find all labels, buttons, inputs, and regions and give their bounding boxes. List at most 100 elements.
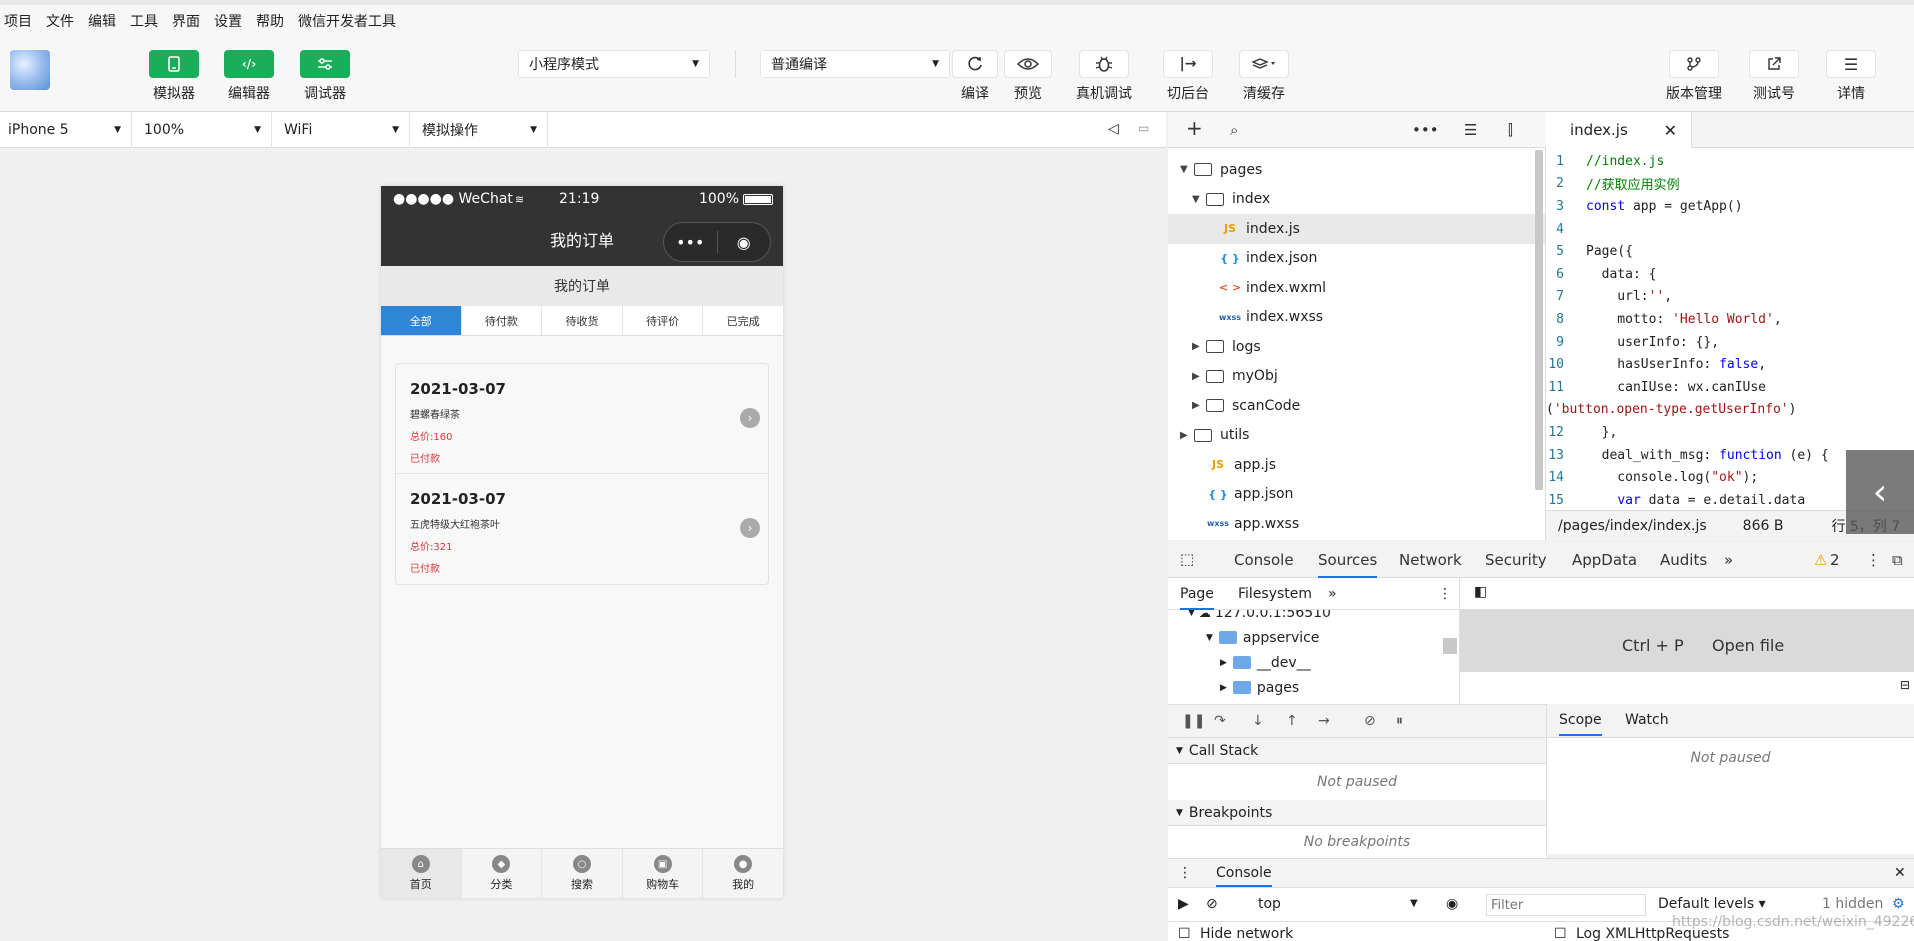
close-icon[interactable]: ✕ — [1894, 865, 1906, 881]
context-select[interactable]: top — [1258, 896, 1281, 912]
tab-audits[interactable]: Audits — [1660, 551, 1707, 569]
network-select[interactable]: WiFi ▼ — [272, 112, 410, 148]
step-over-icon[interactable]: ↷ — [1214, 713, 1226, 729]
tab-security[interactable]: Security — [1485, 551, 1547, 569]
real-debug-button[interactable]: 真机调试 — [1076, 50, 1132, 103]
editor-button[interactable]: ‹/› 编辑器 — [224, 50, 274, 103]
add-icon[interactable]: + — [1186, 116, 1203, 140]
menu-file[interactable]: 文件 — [46, 11, 74, 31]
background-button[interactable]: |→ 切后台 — [1163, 50, 1213, 103]
step-into-icon[interactable]: ↓ — [1252, 713, 1264, 729]
tree-row[interactable]: ▶ myObj — [1168, 362, 1545, 392]
tree-row[interactable]: ▶ scanCode — [1168, 391, 1545, 421]
call-stack-header[interactable]: ▼ Call Stack — [1168, 738, 1546, 764]
menu-edit[interactable]: 编辑 — [88, 11, 116, 31]
undock-icon[interactable]: ⧉ — [1892, 551, 1903, 569]
tab-watch[interactable]: Watch — [1625, 712, 1669, 728]
sidebar-toggle-icon[interactable]: ▶ — [1178, 896, 1189, 912]
tree-row[interactable]: ▼ appservice — [1168, 625, 1459, 650]
more-dots-icon[interactable]: ••• — [664, 233, 717, 252]
action-select[interactable]: 模拟操作 ▼ — [410, 112, 548, 148]
more-icon[interactable]: ••• — [1412, 121, 1439, 139]
eye-icon[interactable]: ◉ — [1446, 896, 1458, 912]
tabbar-category[interactable]: ◆ 分类 — [462, 849, 543, 898]
menu-view[interactable]: 界面 — [172, 11, 200, 31]
test-id-button[interactable]: 测试号 — [1749, 50, 1799, 103]
tree-row[interactable]: ▼ pages — [1168, 155, 1545, 185]
version-button[interactable]: 版本管理 — [1666, 50, 1722, 103]
tree-row[interactable]: { } index.json — [1168, 244, 1545, 274]
kebab-menu-icon[interactable]: ⋮ — [1866, 551, 1881, 569]
tree-row[interactable]: ▶ logs — [1168, 332, 1545, 362]
tree-row[interactable]: wxss app.wxss — [1168, 509, 1545, 539]
log-levels-select[interactable]: Default levels ▾ — [1658, 896, 1766, 912]
tab-completed[interactable]: 已完成 — [703, 306, 783, 335]
tree-row[interactable]: ▶ __dev__ — [1168, 650, 1459, 675]
tabbar-cart[interactable]: ▣ 购物车 — [623, 849, 704, 898]
compile-select[interactable]: 普通编译 ▼ — [760, 50, 950, 78]
tree-row[interactable]: JS index.js — [1168, 214, 1545, 244]
tab-appdata[interactable]: AppData — [1572, 551, 1637, 569]
device-select[interactable]: iPhone 5 ▼ — [0, 112, 132, 148]
tree-row[interactable]: ▼ index — [1168, 185, 1545, 215]
tab-network[interactable]: Network — [1399, 551, 1462, 569]
menu-settings[interactable]: 设置 — [214, 11, 242, 31]
menu-tools[interactable]: 工具 — [130, 11, 158, 31]
pause-exceptions-icon[interactable]: ⏸ — [1396, 713, 1403, 729]
more-subtabs-icon[interactable]: » — [1328, 586, 1337, 602]
collapse-drawer-icon[interactable]: ⊟ — [1900, 678, 1910, 692]
close-icon[interactable]: ✕ — [1664, 121, 1677, 140]
speaker-icon[interactable]: ◁ — [1108, 121, 1119, 137]
deactivate-breakpoints-icon[interactable]: ⊘ — [1364, 713, 1376, 729]
close-target-icon[interactable]: ◉ — [718, 233, 771, 252]
step-out-icon[interactable]: ↑ — [1286, 713, 1298, 729]
subtab-page[interactable]: Page — [1180, 586, 1214, 610]
log-xhr-checkbox[interactable]: ☐ — [1554, 926, 1567, 941]
pause-icon[interactable]: ❚❚ — [1182, 713, 1205, 729]
tab-all[interactable]: 全部 — [381, 306, 462, 335]
tab-pending-review[interactable]: 待评价 — [623, 306, 704, 335]
search-icon[interactable]: ⌕ — [1230, 121, 1238, 139]
window-icon[interactable]: ▭ — [1138, 121, 1149, 135]
list-item[interactable]: 2021-03-07 碧螺春绿茶 总价:160 已付款 › — [396, 364, 768, 474]
clear-console-icon[interactable]: ⊘ — [1206, 896, 1218, 912]
chevron-right-icon[interactable]: › — [740, 408, 760, 428]
user-avatar[interactable] — [10, 50, 50, 90]
zoom-select[interactable]: 100% ▼ — [132, 112, 272, 148]
split-icon[interactable]: ⫿ — [1508, 121, 1513, 139]
mode-select[interactable]: 小程序模式 ▼ — [518, 50, 710, 78]
kebab-menu-icon[interactable]: ⋮ — [1178, 865, 1192, 881]
tabbar-me[interactable]: ● 我的 — [703, 849, 783, 898]
scrollbar[interactable] — [1443, 638, 1457, 654]
subtab-filesystem[interactable]: Filesystem — [1238, 586, 1312, 602]
tree-row[interactable]: wxss index.wxss — [1168, 303, 1545, 333]
warning-icon[interactable]: ⚠ — [1814, 551, 1827, 569]
kebab-menu-icon[interactable]: ⋮ — [1438, 586, 1452, 602]
step-icon[interactable]: → — [1318, 713, 1330, 729]
menu-project[interactable]: 项目 — [4, 11, 32, 31]
menu-help[interactable]: 帮助 — [256, 11, 284, 31]
details-button[interactable]: ☰ 详情 — [1826, 50, 1876, 103]
tree-row[interactable]: JS app.js — [1168, 450, 1545, 480]
gear-icon[interactable]: ⚙ — [1892, 896, 1905, 912]
debugger-button[interactable]: 调试器 — [300, 50, 350, 103]
chevron-right-icon[interactable]: › — [740, 518, 760, 538]
tab-scope[interactable]: Scope — [1559, 712, 1602, 736]
tab-pending-payment[interactable]: 待付款 — [462, 306, 543, 335]
preview-button[interactable]: 预览 — [1004, 50, 1052, 103]
tab-pending-receipt[interactable]: 待收货 — [542, 306, 623, 335]
tabbar-home[interactable]: ⌂ 首页 — [381, 849, 462, 898]
scrollbar[interactable] — [1535, 150, 1543, 490]
tree-row[interactable]: ▶ pages — [1168, 675, 1459, 700]
tab-console[interactable]: Console — [1234, 551, 1294, 569]
tree-row[interactable]: { } app.json — [1168, 480, 1545, 510]
list-item[interactable]: 2021-03-07 五虎特级大红袍茶叶 总价:321 已付款 › — [396, 474, 768, 584]
chevron-left-icon[interactable]: ‹ — [1846, 450, 1914, 534]
clear-cache-button[interactable]: 清缓存 — [1239, 50, 1289, 103]
breakpoints-header[interactable]: ▼ Breakpoints — [1168, 800, 1546, 826]
tab-sources[interactable]: Sources — [1318, 551, 1378, 578]
tabbar-search[interactable]: ○ 搜索 — [542, 849, 623, 898]
more-tabs-icon[interactable]: » — [1724, 551, 1733, 569]
tab-console-drawer[interactable]: Console — [1216, 865, 1272, 887]
tree-row[interactable]: ▼ ☁ 127.0.0.1:56510 — [1168, 610, 1459, 625]
